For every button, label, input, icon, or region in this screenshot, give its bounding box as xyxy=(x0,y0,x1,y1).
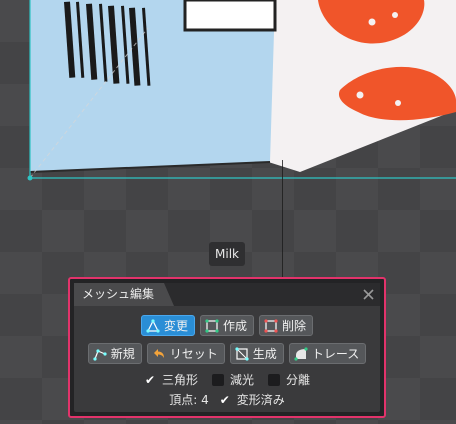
edit-mesh-label: 変更 xyxy=(163,319,188,333)
check-icon: ✔ xyxy=(219,392,230,407)
panel-header: メッシュ編集 xyxy=(74,283,380,306)
generate-button[interactable]: 生成 xyxy=(229,343,284,364)
reset-label: リセット xyxy=(169,347,218,361)
split-checkbox[interactable]: 分離 xyxy=(268,371,310,388)
vertex-count: 頂点: 4 xyxy=(169,393,209,407)
center-guide-line xyxy=(282,160,283,288)
edit-mesh-button[interactable]: 変更 xyxy=(140,315,195,336)
mesh-edit-icon xyxy=(146,318,160,333)
reduce-label: 減光 xyxy=(229,373,254,387)
trace-label: トレース xyxy=(311,347,360,361)
checkbox-box xyxy=(268,373,280,386)
undo-icon xyxy=(153,348,164,358)
deformed-label: 変形済み xyxy=(236,393,285,407)
trace-button[interactable]: トレース xyxy=(288,343,367,364)
milk-carton-artwork xyxy=(27,0,456,181)
checkbox-box xyxy=(211,373,224,386)
mesh-edit-panel-body: メッシュ編集 変更 作成 削除 新規 リセット 生成 トレース ✔ 三角形 減光… xyxy=(74,283,380,412)
reduce-checkbox[interactable]: 減光 xyxy=(211,371,254,388)
trace-icon xyxy=(294,346,308,361)
create-mesh-button[interactable]: 作成 xyxy=(199,315,254,336)
mesh-status-row: 頂点: 4 ✔ 変形済み xyxy=(74,391,380,408)
new-mesh-button[interactable]: 新規 xyxy=(87,343,142,364)
reset-button[interactable]: リセット xyxy=(146,343,225,364)
panel-title: メッシュ編集 xyxy=(82,287,155,301)
create-mesh-label: 作成 xyxy=(222,319,247,333)
new-mesh-label: 新規 xyxy=(110,347,135,361)
mesh-edit-panel: メッシュ編集 変更 作成 削除 新規 リセット 生成 トレース ✔ 三角形 減光… xyxy=(68,277,386,418)
split-label: 分離 xyxy=(286,373,311,387)
generate-icon xyxy=(235,346,249,361)
triangle-checkbox[interactable]: ✔ 三角形 xyxy=(144,371,198,388)
mesh-options-row: ✔ 三角形 減光 分離 xyxy=(74,371,380,388)
delete-mesh-label: 削除 xyxy=(282,319,307,333)
close-icon[interactable] xyxy=(359,285,378,304)
deformed-checkbox[interactable]: ✔ 変形済み xyxy=(219,391,285,408)
mesh-delete-icon xyxy=(264,318,278,333)
mesh-mode-row: 変更 作成 削除 xyxy=(74,315,380,336)
mesh-action-row: 新規 リセット 生成 トレース xyxy=(74,343,380,364)
new-mesh-icon xyxy=(93,348,107,361)
generate-label: 生成 xyxy=(252,347,277,361)
canvas-object-label: Milk xyxy=(209,242,245,266)
check-icon: ✔ xyxy=(144,372,155,387)
delete-mesh-button[interactable]: 削除 xyxy=(259,315,314,336)
mesh-create-icon xyxy=(205,318,219,333)
triangle-label: 三角形 xyxy=(161,373,198,387)
